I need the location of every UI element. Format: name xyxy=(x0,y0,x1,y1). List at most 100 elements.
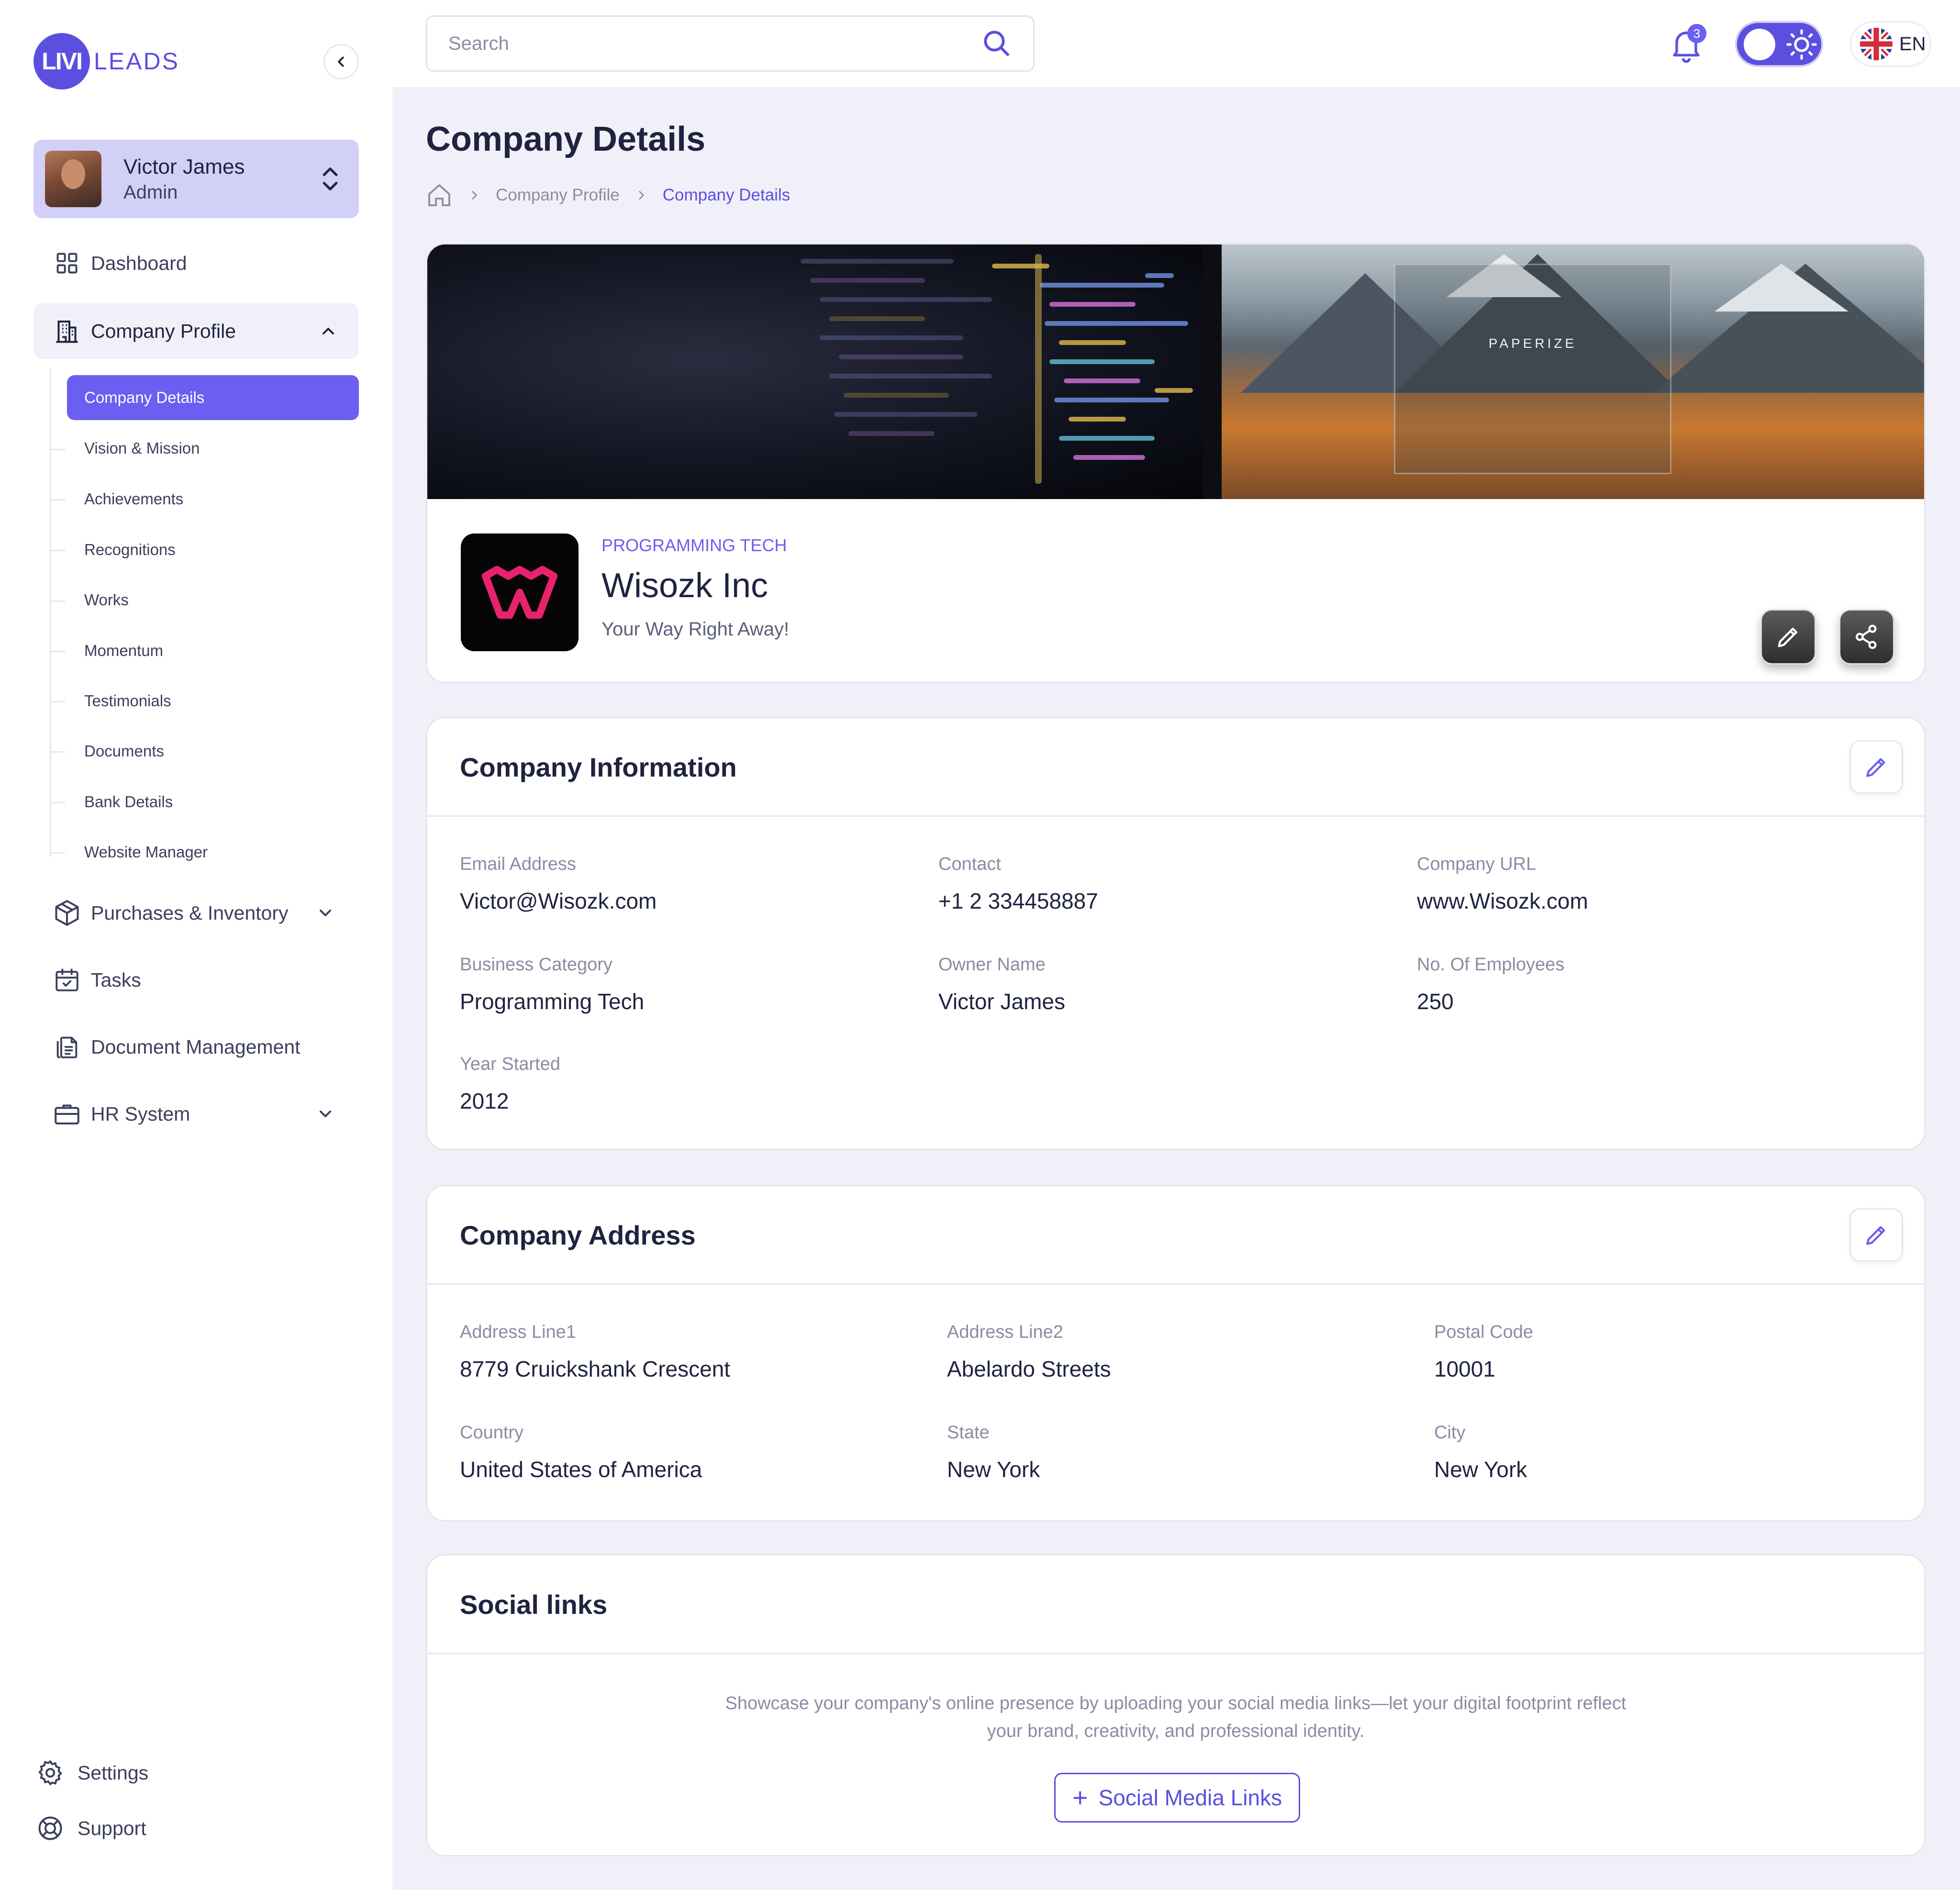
social-description-line: Showcase your company's online presence … xyxy=(725,1693,1626,1713)
uk-flag-icon xyxy=(1860,28,1893,60)
submenu-tick xyxy=(51,651,65,652)
field-value: New York xyxy=(947,1457,1040,1482)
company-information-card: Company Information Email Address Victor… xyxy=(426,717,1926,1150)
sub-item-bank-details[interactable]: Bank Details xyxy=(67,779,359,824)
sub-item-recognitions[interactable]: Recognitions xyxy=(67,527,359,572)
field-value: United States of America xyxy=(460,1457,702,1482)
sub-item-company-details[interactable]: Company Details xyxy=(67,375,359,420)
nav-settings-label: Settings xyxy=(78,1761,149,1784)
brand-logo[interactable]: LIVI LEADS xyxy=(33,33,179,90)
submenu-tick xyxy=(51,802,65,803)
share-button[interactable] xyxy=(1839,609,1894,665)
app-window-preview: PAPERIZE xyxy=(1394,264,1671,474)
field-label: Year Started xyxy=(460,1054,560,1074)
chevron-right-icon xyxy=(639,191,644,200)
nav-document-management[interactable]: Document Management xyxy=(33,1019,359,1075)
search-icon[interactable] xyxy=(981,28,1012,58)
field-label: No. Of Employees xyxy=(1417,955,1565,975)
field-value: Programming Tech xyxy=(460,989,645,1014)
sub-item-achievements[interactable]: Achievements xyxy=(67,477,359,522)
nav-dashboard-label: Dashboard xyxy=(91,252,187,274)
chevron-right-icon xyxy=(472,191,478,200)
submenu-tick xyxy=(51,449,65,450)
page-title: Company Details xyxy=(426,120,706,158)
home-icon[interactable] xyxy=(426,182,453,209)
user-role: Admin xyxy=(123,181,178,203)
field-label: Postal Code xyxy=(1434,1322,1534,1342)
nav-hr-system[interactable]: HR System xyxy=(33,1086,359,1142)
nav-purchases-label: Purchases & Inventory xyxy=(91,901,289,924)
edit-profile-button[interactable] xyxy=(1760,609,1816,665)
chevron-down-icon xyxy=(320,1111,331,1117)
nav-support[interactable]: Support xyxy=(33,1807,146,1850)
sub-item-vision-mission[interactable]: Vision & Mission xyxy=(67,426,359,471)
sidebar: LIVI LEADS Victor James Admin Dashboard … xyxy=(0,0,392,1890)
box-icon xyxy=(55,900,79,926)
field-city: City New York xyxy=(1434,1423,1527,1482)
nav-company-profile[interactable]: Company Profile xyxy=(33,303,359,359)
card-header: Company Information xyxy=(427,718,1924,817)
field-value: 10001 xyxy=(1434,1356,1495,1381)
briefcase-icon xyxy=(55,1104,79,1124)
sub-item-label: Company Details xyxy=(84,389,205,406)
company-category: PROGRAMMING TECH xyxy=(601,535,787,555)
field-value: www.Wisozk.com xyxy=(1417,889,1588,913)
sub-item-label: Momentum xyxy=(84,642,164,659)
field-label: Address Line2 xyxy=(947,1322,1063,1342)
sub-item-label: Works xyxy=(84,591,129,609)
sub-item-documents[interactable]: Documents xyxy=(67,729,359,774)
edit-company-address-button[interactable] xyxy=(1849,1208,1903,1262)
edit-company-info-button[interactable] xyxy=(1849,740,1903,794)
field-label: Company URL xyxy=(1417,854,1537,874)
field-label: Address Line1 xyxy=(460,1322,576,1342)
logo-text: LEADS xyxy=(94,48,179,75)
wisozk-logo-icon xyxy=(481,566,558,619)
building-icon xyxy=(56,321,78,343)
nav-document-management-label: Document Management xyxy=(91,1035,301,1058)
sub-item-website-manager[interactable]: Website Manager xyxy=(67,830,359,875)
nav-support-label: Support xyxy=(78,1817,146,1839)
field-value: 250 xyxy=(1417,989,1454,1014)
theme-toggle[interactable] xyxy=(1735,21,1823,67)
collapse-sidebar-button[interactable] xyxy=(323,44,359,79)
chevron-updown-icon xyxy=(323,167,338,190)
submenu-tick xyxy=(51,499,65,500)
search-input[interactable] xyxy=(426,15,1035,72)
sub-item-label: Testimonials xyxy=(84,692,171,710)
calendar-check-icon xyxy=(56,968,78,991)
field-address-line1: Address Line1 8779 Cruickshank Crescent xyxy=(460,1322,730,1382)
add-social-links-button[interactable]: + Social Media Links xyxy=(1054,1773,1300,1823)
field-company-url: Company URL www.Wisozk.com xyxy=(1417,854,1588,914)
field-email: Email Address Victor@Wisozk.com xyxy=(460,854,657,914)
language-selector[interactable]: EN xyxy=(1850,21,1931,67)
chevron-down-icon xyxy=(320,910,331,916)
field-contact: Contact +1 2 334458887 xyxy=(938,854,1098,914)
pencil-icon xyxy=(1866,1226,1885,1245)
section-title: Social links xyxy=(460,1590,608,1620)
social-links-card: Social links Showcase your company's onl… xyxy=(426,1554,1926,1857)
sub-item-label: Vision & Mission xyxy=(84,439,200,457)
field-value: New York xyxy=(1434,1457,1527,1482)
sub-item-momentum[interactable]: Momentum xyxy=(67,628,359,673)
field-business-category: Business Category Programming Tech xyxy=(460,955,644,1014)
submenu-tick xyxy=(51,701,65,702)
breadcrumb-link[interactable]: Company Profile xyxy=(496,186,620,205)
field-label: Contact xyxy=(938,854,1001,874)
sub-item-testimonials[interactable]: Testimonials xyxy=(67,678,359,723)
user-switcher[interactable]: Victor James Admin xyxy=(33,140,359,218)
nav-settings[interactable]: Settings xyxy=(33,1751,148,1794)
field-country: Country United States of America xyxy=(460,1423,702,1482)
lifebuoy-icon xyxy=(38,1816,62,1840)
nav-tasks[interactable]: Tasks xyxy=(33,952,359,1008)
user-name: Victor James xyxy=(123,155,245,178)
sub-item-works[interactable]: Works xyxy=(67,578,359,623)
nav-company-profile-label: Company Profile xyxy=(91,320,236,342)
chevron-left-icon xyxy=(338,56,344,67)
pencil-icon xyxy=(1778,627,1798,647)
nav-tasks-label: Tasks xyxy=(91,968,141,991)
nav-dashboard[interactable]: Dashboard xyxy=(33,235,359,291)
grid-icon xyxy=(56,253,78,274)
language-label: EN xyxy=(1899,33,1926,55)
nav-purchases-inventory[interactable]: Purchases & Inventory xyxy=(33,885,359,941)
social-description-line: your brand, creativity, and professional… xyxy=(987,1721,1365,1741)
